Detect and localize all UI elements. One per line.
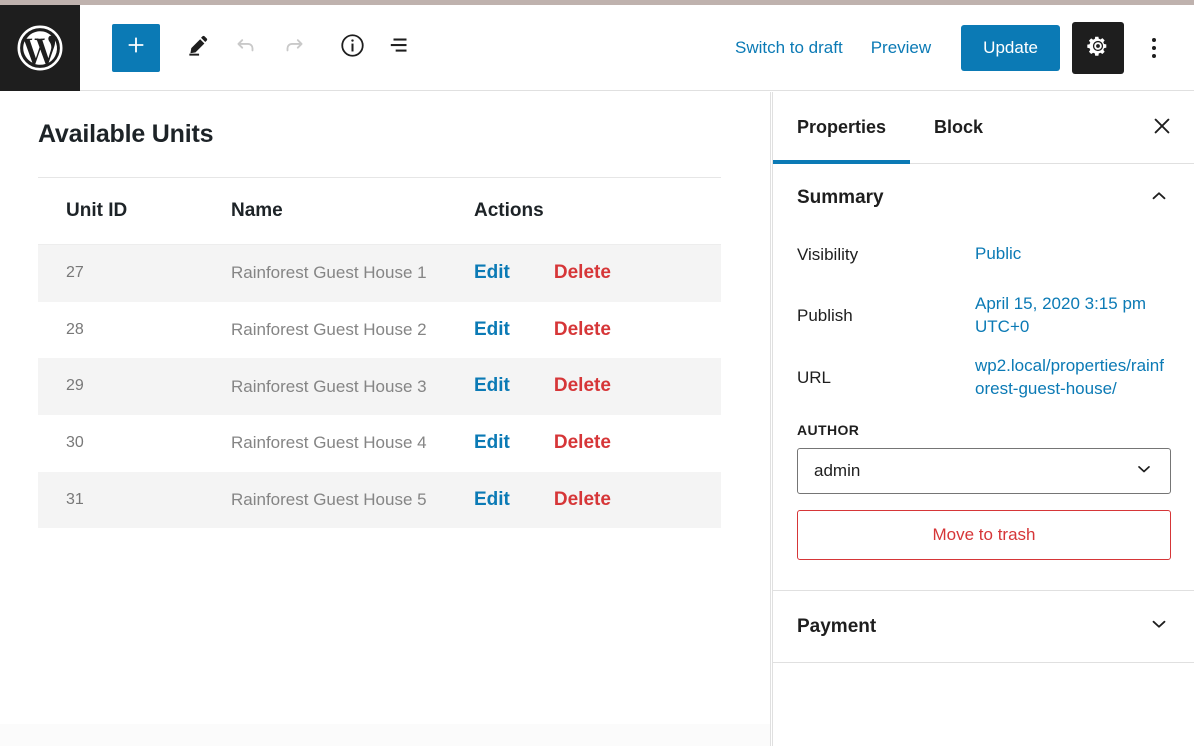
update-button[interactable]: Update [961, 24, 1060, 71]
move-to-trash-button[interactable]: Move to trash [797, 510, 1171, 561]
delete-link[interactable]: Delete [554, 432, 611, 453]
cell-unit-id: 31 [38, 471, 203, 529]
settings-sidebar: Properties Block Summary Visibility Publ… [772, 92, 1194, 746]
edit-link[interactable]: Edit [474, 432, 510, 453]
wordpress-logo-button[interactable] [0, 4, 80, 91]
table-row: 27 Rainforest Guest House 1 Edit Delete [38, 244, 721, 302]
settings-button[interactable] [1072, 21, 1124, 74]
canvas-footer-strip [0, 724, 770, 746]
more-options-button[interactable] [1130, 24, 1178, 72]
toolbar-left-group [80, 23, 424, 72]
switch-to-draft-button[interactable]: Switch to draft [721, 28, 857, 68]
visibility-value[interactable]: Public [975, 242, 1021, 265]
summary-row-url: URL wp2.local/properties/rainforest-gues… [773, 354, 1194, 400]
delete-link[interactable]: Delete [554, 262, 611, 283]
table-row: 29 Rainforest Guest House 3 Edit Delete [38, 358, 721, 416]
kebab-menu-icon [1152, 53, 1156, 58]
cell-unit-id: 28 [66, 320, 84, 338]
cell-unit-id: 27 [38, 244, 203, 302]
author-select[interactable]: admin [797, 448, 1171, 495]
close-x-icon [1151, 115, 1173, 140]
preview-button[interactable]: Preview [857, 28, 945, 68]
cell-actions: Edit Delete [446, 471, 721, 529]
cell-actions: Edit Delete [446, 244, 721, 302]
units-table-body: 27 Rainforest Guest House 1 Edit Delete 2… [38, 244, 721, 529]
edit-link[interactable]: Edit [474, 262, 510, 283]
table-row: 31 Rainforest Guest House 5 Edit Delete [38, 471, 721, 529]
summary-heading: Summary [797, 187, 884, 208]
toolbar-right-group: Switch to draft Preview Update [721, 21, 1194, 74]
cell-actions: Edit Delete [446, 302, 721, 359]
tab-properties[interactable]: Properties [773, 92, 911, 164]
available-units-table: Unit ID Name Actions 27 Rainforest Guest… [38, 178, 721, 529]
column-header-actions: Actions [446, 178, 721, 245]
delete-link[interactable]: Delete [554, 319, 611, 340]
payment-panel-label: Payment [797, 615, 877, 637]
cell-actions: Edit Delete [446, 358, 721, 416]
cell-unit-name: Rainforest Guest House 3 [203, 358, 446, 416]
url-label: URL [797, 368, 832, 388]
cell-unit-name: Rainforest Guest House 5 [203, 471, 446, 529]
author-selected-value: admin [814, 461, 861, 481]
chevron-down-icon [1134, 459, 1154, 484]
wordpress-logo-icon [16, 24, 64, 72]
publish-value[interactable]: April 15, 2020 3:15 pm UTC+0 [975, 292, 1170, 338]
sidebar-tab-bar: Properties Block [773, 92, 1194, 164]
publish-label: Publish [797, 306, 853, 326]
column-header-unit-id: Unit ID [38, 178, 203, 245]
redo-button[interactable] [270, 24, 318, 72]
summary-row-publish: Publish April 15, 2020 3:15 pm UTC+0 [773, 292, 1194, 338]
undo-arrow-icon [233, 32, 259, 63]
pencil-icon [185, 32, 211, 63]
plus-icon [125, 34, 147, 61]
editor-toolbar: Switch to draft Preview Update [0, 4, 1194, 91]
table-row: 30 Rainforest Guest House 4 Edit Delete [38, 415, 721, 472]
chevron-down-icon [1148, 613, 1170, 640]
list-view-icon [387, 32, 413, 63]
edit-link[interactable]: Edit [474, 319, 510, 340]
column-header-name: Name [203, 178, 446, 245]
close-sidebar-button[interactable] [1130, 92, 1194, 163]
edit-tool-button[interactable] [174, 24, 222, 72]
summary-row-visibility: Visibility Public [773, 232, 1194, 276]
edit-link[interactable]: Edit [474, 489, 510, 510]
visibility-label: Visibility [797, 245, 859, 264]
kebab-menu-icon [1152, 45, 1156, 50]
redo-arrow-icon [281, 32, 307, 63]
editor-canvas: Available Units Unit ID Name Actions 27 … [0, 92, 771, 746]
details-info-button[interactable] [328, 24, 376, 72]
tab-block[interactable]: Block [910, 92, 1007, 163]
payment-panel-header[interactable]: Payment [773, 591, 1194, 664]
page-title: Available Units [38, 120, 214, 148]
cell-unit-name: Rainforest Guest House 1 [203, 244, 446, 302]
delete-link[interactable]: Delete [554, 489, 611, 510]
author-label: AUTHOR [797, 422, 860, 439]
units-table-wrapper: Unit ID Name Actions 27 Rainforest Guest… [0, 177, 770, 529]
table-header-row: Unit ID Name Actions [38, 178, 721, 245]
cell-unit-name: Rainforest Guest House 2 [231, 319, 427, 339]
gear-icon [1086, 34, 1110, 61]
edit-link[interactable]: Edit [474, 375, 510, 396]
summary-section-header[interactable]: Summary [773, 164, 1194, 232]
table-row: 28 Rainforest Guest House 2 Edit Delete [38, 302, 721, 359]
list-view-button[interactable] [376, 24, 424, 72]
kebab-menu-icon [1152, 37, 1156, 42]
delete-link[interactable]: Delete [554, 375, 611, 396]
cell-actions: Edit Delete [446, 415, 721, 472]
url-value[interactable]: wp2.local/properties/rainforest-guest-ho… [975, 354, 1170, 400]
add-block-button[interactable] [112, 23, 160, 72]
info-circle-icon [339, 32, 366, 64]
cell-unit-id: 30 [66, 434, 84, 451]
cell-unit-name: Rainforest Guest House 4 [231, 433, 427, 453]
undo-button[interactable] [222, 24, 270, 72]
cell-unit-id: 29 [38, 358, 203, 416]
chevron-up-icon [1148, 185, 1170, 212]
